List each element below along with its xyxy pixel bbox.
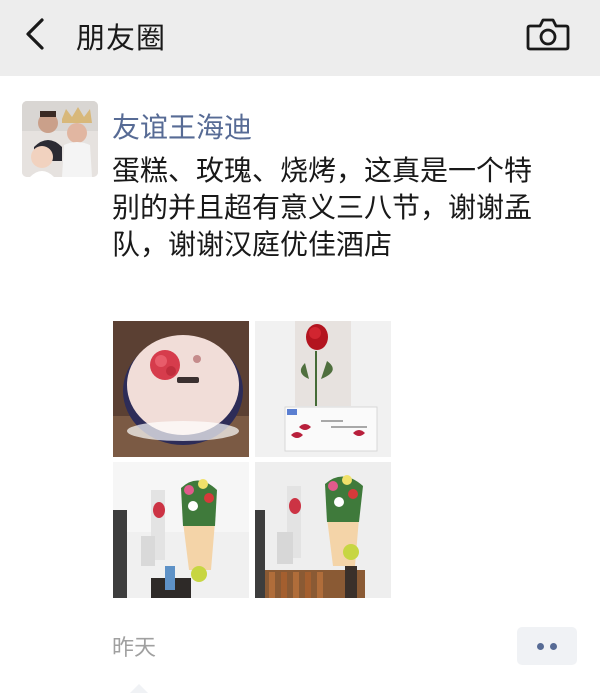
post-timestamp: 昨天 xyxy=(112,636,157,661)
chevron-left-icon xyxy=(26,18,44,50)
bouquet-bbq-photo[interactable] xyxy=(255,462,391,598)
back-button[interactable] xyxy=(18,14,58,54)
author-avatar[interactable] xyxy=(22,101,98,177)
top-navigation-bar: 朋友圈 xyxy=(0,0,600,76)
page-title: 朋友圈 xyxy=(76,21,167,55)
rose-photo[interactable] xyxy=(255,321,391,457)
cake-photo[interactable] xyxy=(113,321,249,457)
camera-icon xyxy=(526,18,570,51)
bouquet-photo[interactable] xyxy=(113,462,249,598)
camera-button[interactable] xyxy=(524,14,572,54)
more-dots-icon xyxy=(537,643,544,650)
post-text: 蛋糕、玫瑰、烧烤，这真是一个特别的并且超有意义三八节，谢谢孟队，谢谢汉庭优佳酒店 xyxy=(112,154,533,261)
comment-area-arrow xyxy=(130,684,148,693)
author-name[interactable]: 友谊王海迪 xyxy=(112,106,252,146)
more-actions-button[interactable] xyxy=(517,627,577,665)
